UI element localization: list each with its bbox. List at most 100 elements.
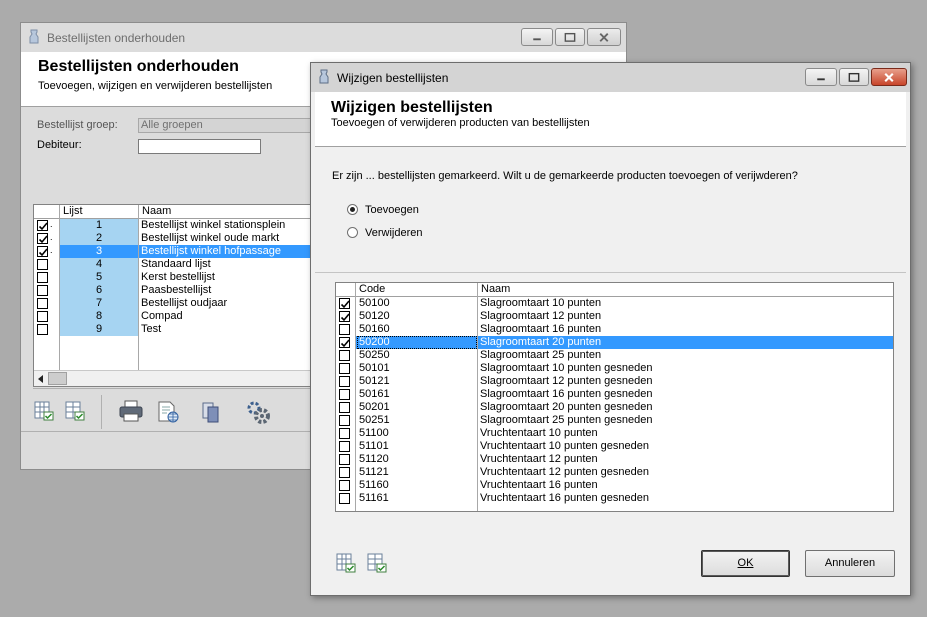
row-code: 50100 [359, 297, 390, 309]
checkbox[interactable] [37, 298, 48, 309]
close-button[interactable] [871, 68, 907, 86]
checkbox[interactable] [339, 402, 350, 413]
row-code: 50251 [359, 414, 390, 426]
row-name: Slagroomtaart 16 punten gesneden [480, 388, 653, 400]
row-code: 50161 [359, 388, 390, 400]
table-row[interactable]: 50251 Slagroomtaart 25 punten gesneden [336, 414, 893, 427]
maximize-icon [564, 32, 576, 42]
checkbox[interactable] [339, 389, 350, 400]
table-row[interactable]: 51120 Vruchtentaart 12 punten [336, 453, 893, 466]
uncheck-all-icon[interactable] [64, 400, 86, 422]
checkbox-checked[interactable] [339, 337, 350, 348]
checkbox[interactable] [339, 480, 350, 491]
checkbox[interactable] [37, 311, 48, 322]
radio-verwijderen-label[interactable]: Verwijderen [365, 227, 422, 239]
scroll-left-icon[interactable] [36, 374, 46, 384]
group-select[interactable]: Alle groepen [138, 118, 313, 133]
table-row[interactable]: 50250 Slagroomtaart 25 punten [336, 349, 893, 362]
checkbox-checked[interactable] [37, 246, 48, 257]
title-bar[interactable]: Wijzigen bestellijsten [311, 63, 910, 92]
table-row[interactable]: 9 Test [34, 323, 312, 336]
check-all-icon[interactable] [335, 552, 357, 574]
checkbox[interactable] [37, 285, 48, 296]
table-row[interactable]: . 1 Bestellijst winkel stationsplein [34, 219, 312, 232]
checkbox[interactable] [339, 493, 350, 504]
settings-icon[interactable] [245, 399, 271, 425]
table-row[interactable]: 7 Bestellijst oudjaar [34, 297, 312, 310]
scroll-thumb[interactable] [48, 372, 67, 385]
table-row[interactable]: . 3 Bestellijst winkel hofpassage [34, 245, 312, 258]
table-row[interactable]: 50200 Slagroomtaart 20 punten [336, 336, 893, 349]
product-grid[interactable]: Code Naam 50100 Slagroomtaart 10 punten 50… [335, 282, 894, 512]
cancel-button[interactable]: Annuleren [805, 550, 895, 577]
table-row[interactable]: 51160 Vruchtentaart 16 punten [336, 479, 893, 492]
row-code: 50200 [357, 336, 477, 349]
table-row[interactable]: 4 Standaard lijst [34, 258, 312, 271]
column-header-naam[interactable]: Naam [140, 205, 310, 218]
horizontal-scrollbar[interactable] [34, 370, 312, 386]
table-row[interactable]: 50120 Slagroomtaart 12 punten [336, 310, 893, 323]
checkbox[interactable] [339, 454, 350, 465]
table-row[interactable]: 50201 Slagroomtaart 20 punten gesneden [336, 401, 893, 414]
checkbox-checked[interactable] [339, 311, 350, 322]
column-header-naam[interactable]: Naam [479, 283, 779, 296]
checkbox-checked[interactable] [339, 298, 350, 309]
row-number: 5 [60, 271, 138, 284]
row-code: 51161 [359, 492, 389, 504]
row-code: 50120 [359, 310, 390, 322]
bestellijst-grid[interactable]: Lijst Naam . 1 Bestellijst winkel stations… [33, 204, 313, 387]
minimize-button[interactable] [521, 28, 553, 46]
table-row[interactable]: 50160 Slagroomtaart 16 punten [336, 323, 893, 336]
close-icon [599, 33, 609, 42]
radio-verwijderen[interactable] [347, 227, 358, 238]
checkbox[interactable] [339, 363, 350, 374]
table-row[interactable]: 51101 Vruchtentaart 10 punten gesneden [336, 440, 893, 453]
checkbox[interactable] [339, 467, 350, 478]
column-header-lijst[interactable]: Lijst [61, 205, 137, 218]
checkbox[interactable] [339, 415, 350, 426]
checkbox[interactable] [339, 428, 350, 439]
checkbox[interactable] [339, 376, 350, 387]
checkbox[interactable] [37, 259, 48, 270]
radio-toevoegen-label[interactable]: Toevoegen [365, 204, 419, 216]
checkbox[interactable] [37, 324, 48, 335]
debtor-input[interactable] [138, 139, 261, 154]
maximize-button[interactable] [839, 68, 869, 86]
table-row[interactable]: 8 Compad [34, 310, 312, 323]
row-name: Vruchtentaart 10 punten gesneden [480, 440, 650, 452]
print-icon[interactable] [118, 399, 144, 423]
check-all-icon[interactable] [33, 400, 55, 422]
table-row[interactable]: 50101 Slagroomtaart 10 punten gesneden [336, 362, 893, 375]
ok-button[interactable]: OK [701, 550, 790, 577]
table-row[interactable]: 51121 Vruchtentaart 12 punten gesneden [336, 466, 893, 479]
title-bar[interactable]: Bestellijsten onderhouden [21, 23, 626, 52]
radio-toevoegen[interactable] [347, 204, 358, 215]
table-row[interactable]: 50100 Slagroomtaart 10 punten [336, 297, 893, 310]
table-row[interactable]: 51161 Vruchtentaart 16 punten gesneden [336, 492, 893, 505]
checkbox[interactable] [339, 441, 350, 452]
checkbox-checked[interactable] [37, 220, 48, 231]
app-icon [319, 69, 329, 84]
table-row[interactable]: 5 Kerst bestellijst [34, 271, 312, 284]
checkbox[interactable] [339, 350, 350, 361]
table-row[interactable]: . 2 Bestellijst winkel oude markt [34, 232, 312, 245]
row-name: Standaard lijst [141, 258, 211, 270]
export-icon[interactable] [156, 400, 180, 424]
copy-icon[interactable] [199, 400, 223, 424]
row-name: Bestellijst oudjaar [141, 297, 228, 309]
row-name: Slagroomtaart 12 punten [480, 310, 602, 322]
minimize-icon [817, 78, 825, 81]
table-row[interactable]: 50121 Slagroomtaart 12 punten gesneden [336, 375, 893, 388]
table-row[interactable]: 6 Paasbestellijst [34, 284, 312, 297]
checkbox[interactable] [37, 272, 48, 283]
checkbox[interactable] [339, 324, 350, 335]
table-row[interactable]: 50161 Slagroomtaart 16 punten gesneden [336, 388, 893, 401]
table-row[interactable]: 51100 Vruchtentaart 10 punten [336, 427, 893, 440]
uncheck-all-icon[interactable] [366, 552, 388, 574]
checkbox-checked[interactable] [37, 233, 48, 244]
row-code: 51121 [359, 466, 389, 478]
minimize-button[interactable] [805, 68, 837, 86]
column-header-code[interactable]: Code [357, 283, 475, 296]
maximize-button[interactable] [555, 28, 585, 46]
close-button[interactable] [587, 28, 621, 46]
